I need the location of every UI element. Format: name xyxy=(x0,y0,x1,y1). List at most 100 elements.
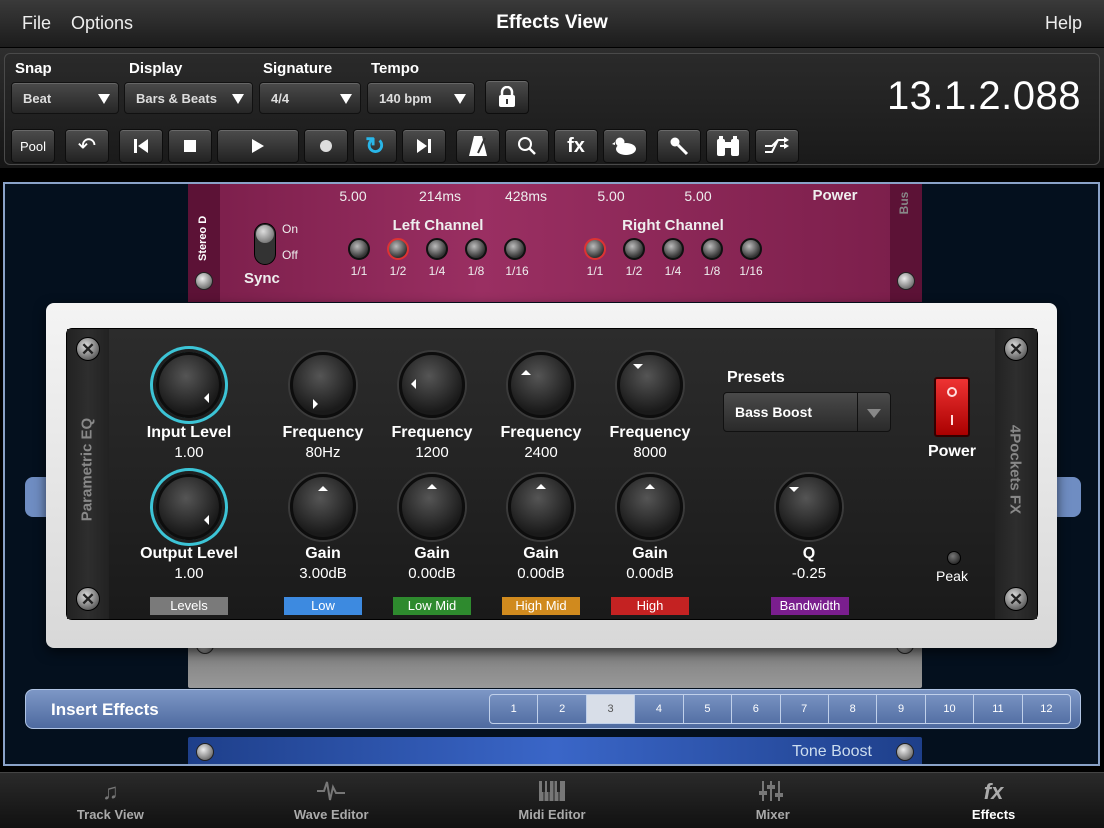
delay-value-2: 214ms xyxy=(418,188,462,204)
peak-led xyxy=(947,551,961,565)
signature-select[interactable]: 4/4 xyxy=(259,82,361,114)
play-button[interactable] xyxy=(217,129,299,163)
toggle-knob xyxy=(256,225,274,243)
sync-toggle[interactable] xyxy=(254,223,276,265)
undo-button[interactable]: ↶ xyxy=(65,129,109,163)
toolbar-panel: Snap Beat Display Bars & Beats Signature… xyxy=(4,53,1100,165)
note-label: 1/4 xyxy=(664,264,682,278)
input-level-knob[interactable] xyxy=(156,352,222,418)
left-note-1-16[interactable] xyxy=(504,238,526,260)
right-note-1-1[interactable] xyxy=(584,238,606,260)
delay-side-label: Stereo D xyxy=(197,215,209,261)
right-note-1-2[interactable] xyxy=(623,238,645,260)
frequency-low-knob[interactable] xyxy=(290,352,356,418)
tab-label: Wave Editor xyxy=(293,807,369,822)
insert-slot-2[interactable]: 2 xyxy=(538,695,587,723)
route-button[interactable] xyxy=(755,129,799,163)
loop-button[interactable]: ↻ xyxy=(353,129,397,163)
sync-off-label: Off xyxy=(282,248,298,262)
power-switch[interactable] xyxy=(934,377,970,437)
frequency-highmid-knob[interactable] xyxy=(508,352,574,418)
insert-slot-12[interactable]: 12 xyxy=(1023,695,1070,723)
fx-label: fx xyxy=(567,134,585,157)
output-level-knob[interactable] xyxy=(156,474,222,540)
tab-track-view[interactable]: ♫ Track View xyxy=(0,773,221,828)
note-label: 1/1 xyxy=(350,264,368,278)
low-mid-tag: Low Mid xyxy=(393,597,471,615)
note-label: 1/1 xyxy=(586,264,604,278)
tab-effects[interactable]: fx Effects xyxy=(883,773,1104,828)
window-title: Effects View xyxy=(496,12,608,33)
insert-slot-11[interactable]: 11 xyxy=(974,695,1023,723)
knob-indicator xyxy=(521,365,531,375)
metronome-button[interactable] xyxy=(456,129,500,163)
gain-high-knob[interactable] xyxy=(617,474,683,540)
presets-dropdown[interactable]: Bass Boost xyxy=(723,392,891,432)
forward-button[interactable] xyxy=(402,129,446,163)
tab-label: Midi Editor xyxy=(518,807,586,822)
frequency-high-label: Frequency xyxy=(609,424,691,441)
delay-bus-label: Bus xyxy=(897,191,911,215)
note-label: 1/8 xyxy=(703,264,721,278)
frequency-low-label: Frequency xyxy=(282,424,364,441)
stop-button[interactable] xyxy=(168,129,212,163)
left-note-1-2[interactable] xyxy=(387,238,409,260)
gain-lowmid-label: Gain xyxy=(414,545,450,562)
pool-button[interactable]: Pool xyxy=(11,129,55,163)
insert-slot-10[interactable]: 10 xyxy=(926,695,975,723)
insert-slot-3[interactable]: 3 xyxy=(586,695,636,723)
insert-slot-7[interactable]: 7 xyxy=(781,695,829,723)
left-note-1-1[interactable] xyxy=(348,238,370,260)
sync-on-label: On xyxy=(282,222,299,236)
tempo-select[interactable]: 140 bpm xyxy=(367,82,475,114)
insert-slot-4[interactable]: 4 xyxy=(635,695,684,723)
rewind-button[interactable] xyxy=(119,129,163,163)
tempo-value: 140 bpm xyxy=(379,91,432,106)
loop-icon: ↻ xyxy=(364,132,386,160)
record-button[interactable] xyxy=(304,129,348,163)
screw-icon xyxy=(897,272,915,290)
zoom-button[interactable] xyxy=(505,129,549,163)
fx-button[interactable]: fx xyxy=(554,129,598,163)
tone-boost-plugin: Tone Boost xyxy=(188,737,922,764)
frequency-high-knob[interactable] xyxy=(617,352,683,418)
tab-mixer[interactable]: Mixer xyxy=(662,773,883,828)
snap-select[interactable]: Beat xyxy=(11,82,119,114)
screw-icon xyxy=(896,743,914,761)
frequency-lowmid-knob[interactable] xyxy=(399,352,465,418)
gain-lowmid-knob[interactable] xyxy=(399,474,465,540)
right-note-1-8[interactable] xyxy=(701,238,723,260)
q-knob[interactable] xyxy=(776,474,842,540)
duck-button[interactable] xyxy=(603,129,647,163)
menu-help[interactable]: Help xyxy=(1045,13,1082,34)
gain-highmid-knob[interactable] xyxy=(508,474,574,540)
tab-midi-editor[interactable]: Midi Editor xyxy=(442,773,663,828)
display-label: Display xyxy=(129,60,183,77)
lock-button[interactable] xyxy=(485,80,529,114)
display-select[interactable]: Bars & Beats xyxy=(124,82,253,114)
input-level-value: 1.00 xyxy=(174,444,204,461)
tone-boost-label: Tone Boost xyxy=(791,743,872,760)
tab-wave-editor[interactable]: Wave Editor xyxy=(221,773,442,828)
q-value: -0.25 xyxy=(791,565,827,582)
screw-icon: ✕ xyxy=(1004,587,1028,611)
delay-left-rail: Stereo D xyxy=(188,184,220,302)
insert-slot-8[interactable]: 8 xyxy=(829,695,878,723)
pool-label: Pool xyxy=(19,138,47,154)
gain-low-knob[interactable] xyxy=(290,474,356,540)
right-note-1-16[interactable] xyxy=(740,238,762,260)
rewind-icon xyxy=(134,139,148,153)
tab-label: Effects xyxy=(971,807,1016,822)
right-note-1-4[interactable] xyxy=(662,238,684,260)
insert-slot-5[interactable]: 5 xyxy=(684,695,733,723)
frequency-low-value: 80Hz xyxy=(305,444,341,461)
binoculars-button[interactable] xyxy=(706,129,750,163)
insert-slot-9[interactable]: 9 xyxy=(877,695,926,723)
q-label: Q xyxy=(802,545,816,562)
left-note-1-4[interactable] xyxy=(426,238,448,260)
left-note-1-8[interactable] xyxy=(465,238,487,260)
insert-slot-6[interactable]: 6 xyxy=(732,695,781,723)
frequency-lowmid-label: Frequency xyxy=(391,424,473,441)
key-button[interactable] xyxy=(657,129,701,163)
insert-slot-1[interactable]: 1 xyxy=(490,695,539,723)
